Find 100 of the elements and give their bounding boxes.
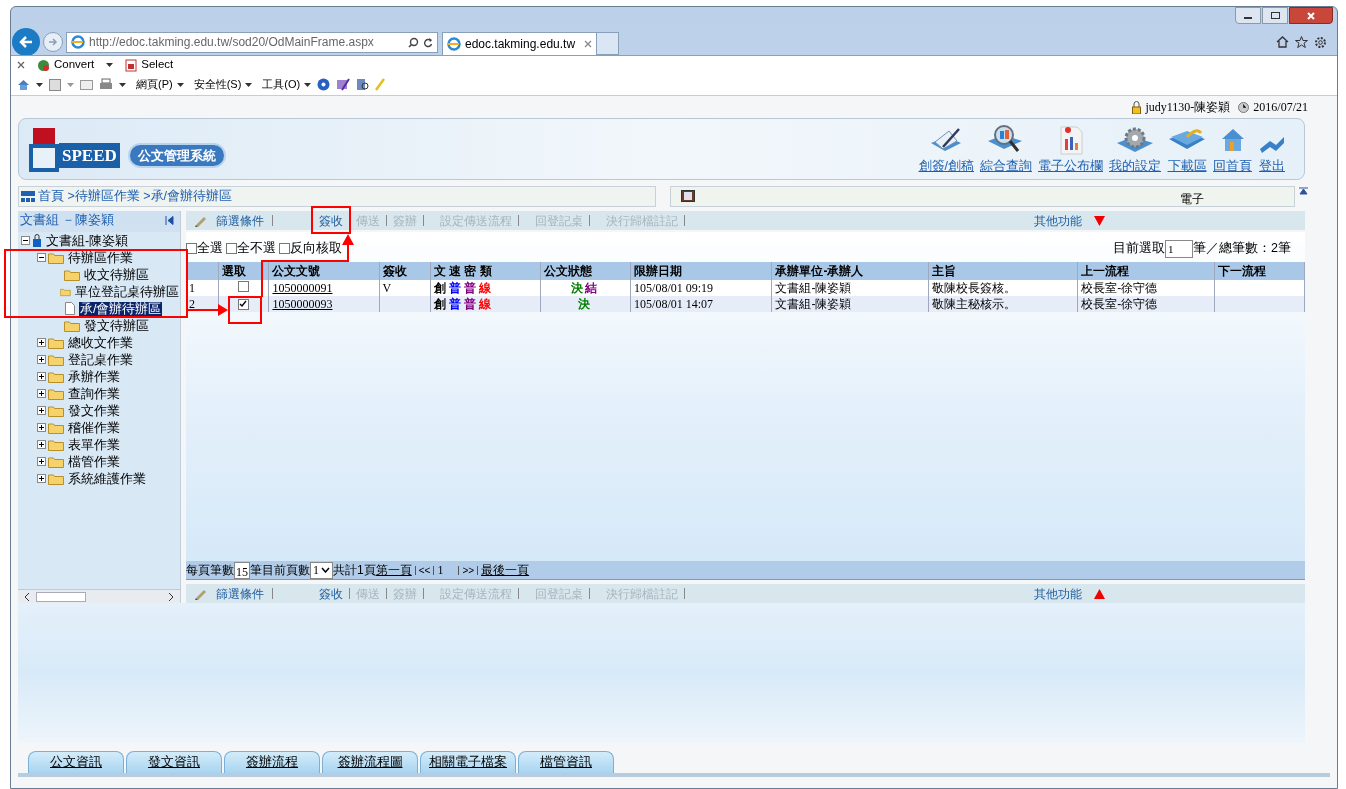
home-icon[interactable]	[1276, 36, 1289, 48]
help-icon[interactable]	[317, 78, 331, 91]
nav-link[interactable]: 回首頁	[1213, 156, 1252, 176]
tree-item[interactable]: 文書組-陳姿穎	[45, 233, 130, 248]
tree-item[interactable]: 查詢作業	[67, 386, 121, 401]
first-page-link[interactable]: 第一頁	[375, 561, 412, 579]
star-icon[interactable]	[1295, 36, 1308, 48]
last-page-link[interactable]: 最後一頁	[481, 561, 530, 579]
expand-icon[interactable]	[37, 406, 46, 415]
minimize-button[interactable]	[1235, 7, 1261, 24]
checkbox[interactable]	[186, 243, 197, 255]
convert-button[interactable]: Convert	[54, 56, 95, 74]
horizontal-scrollbar[interactable]	[18, 589, 180, 603]
home-icon[interactable]	[17, 78, 30, 91]
padlock-icon	[1132, 100, 1142, 114]
expand-icon[interactable]	[37, 423, 46, 432]
tree-item[interactable]: 登記桌作業	[67, 352, 134, 367]
caret-down-icon[interactable]	[106, 63, 114, 67]
tree-item[interactable]: 檔管作業	[67, 454, 121, 469]
bottom-tab[interactable]: 簽辦流程圖	[322, 751, 418, 773]
document-number-link[interactable]: 1050000091	[272, 281, 333, 295]
tree-item[interactable]: 系統維護作業	[67, 471, 147, 486]
maximize-button[interactable]	[1262, 7, 1288, 24]
tree-item[interactable]: 發文待辦區	[83, 318, 150, 333]
collapse-sidebar-icon[interactable]	[165, 216, 174, 225]
nav-link[interactable]: 創簽/創稿	[918, 156, 974, 176]
caret-down-icon[interactable]	[119, 82, 126, 87]
nav-link[interactable]: 登出	[1259, 156, 1285, 176]
browser-tab[interactable]: edoc.takming.edu.tw	[442, 32, 597, 55]
caret-up-icon[interactable]	[1094, 588, 1105, 599]
printer-icon[interactable]	[99, 78, 113, 91]
pdf-icon	[125, 58, 138, 72]
bottom-tab[interactable]: 檔管資訊	[518, 751, 614, 773]
user-name: judy1130-陳姿穎	[1145, 99, 1231, 116]
globe-icon	[37, 58, 50, 72]
collapse-icon[interactable]	[37, 253, 46, 262]
selected-count-field[interactable]: 1	[1165, 240, 1194, 258]
bottom-tab[interactable]: 公文資訊	[28, 751, 124, 773]
row-checkbox[interactable]	[237, 281, 249, 292]
logo-text: SPEED	[59, 142, 120, 168]
collapse-icon[interactable]	[21, 236, 30, 245]
expand-icon[interactable]	[37, 389, 46, 398]
page-select[interactable]: 1	[310, 561, 333, 579]
tree-item[interactable]: 單位登記桌待辦區	[74, 284, 180, 299]
nav-link[interactable]: 綜合查詢	[980, 156, 1032, 176]
action-link[interactable]: 簽收	[313, 584, 349, 603]
expand-icon[interactable]	[37, 372, 46, 381]
bottom-tab[interactable]: 發文資訊	[126, 751, 222, 773]
per-page-field[interactable]: 15	[234, 561, 250, 579]
expand-icon[interactable]	[37, 355, 46, 364]
expand-icon[interactable]	[37, 338, 46, 347]
tree-item[interactable]: 收文待辦區	[83, 267, 150, 282]
tree-item[interactable]: 發文作業	[67, 403, 121, 418]
breadcrumb[interactable]: 首頁 >待辦區作業 >承/會辦待辦區	[38, 186, 233, 206]
nav-link[interactable]: 我的設定	[1109, 156, 1161, 176]
close-toolbar-icon[interactable]	[17, 61, 25, 69]
document-number-link[interactable]: 1050000093	[272, 297, 333, 311]
more-functions-link[interactable]: 其他功能	[1034, 584, 1082, 603]
select-button[interactable]: Select	[141, 56, 174, 74]
back-button[interactable]	[12, 28, 40, 56]
command-menu[interactable]: 網頁(P)	[136, 76, 184, 93]
scroll-top-icon[interactable]	[1299, 186, 1308, 196]
expand-icon[interactable]	[37, 457, 46, 466]
action-link[interactable]: 簽收	[313, 211, 349, 230]
tab-title: edoc.takming.edu.tw	[465, 36, 577, 53]
tree-item[interactable]: 承辦作業	[67, 369, 121, 384]
refresh-icon[interactable]	[423, 36, 433, 48]
command-menu[interactable]: 工具(O)	[262, 76, 312, 93]
expand-icon[interactable]	[37, 440, 46, 449]
next-page-link[interactable]: >>	[462, 562, 475, 578]
tree-item[interactable]: 承/會辦待辦區	[79, 301, 163, 316]
nav-link[interactable]: 電子公布欄	[1038, 156, 1103, 176]
checkbox[interactable]	[279, 243, 290, 255]
address-bar[interactable]: http://edoc.takming.edu.tw/sod20/OdMainFrame.aspx	[66, 31, 438, 53]
caret-down-icon	[304, 82, 312, 87]
filter-link[interactable]: 篩選條件	[216, 211, 264, 230]
command-menu[interactable]: 安全性(S)	[193, 76, 253, 93]
nav-link[interactable]: 下載區	[1167, 156, 1207, 176]
close-tab-icon[interactable]	[584, 40, 592, 48]
filter-link[interactable]: 篩選條件	[216, 584, 264, 603]
close-button[interactable]	[1289, 7, 1333, 24]
tree-item[interactable]: 待辦區作業	[67, 250, 134, 265]
chart-icon[interactable]	[1057, 124, 1084, 155]
scroll-left-icon[interactable]	[24, 592, 30, 601]
bottom-tab[interactable]: 簽辦流程	[224, 751, 320, 773]
bottom-tab[interactable]: 相關電子檔案	[420, 751, 516, 773]
tree-item[interactable]: 總收文作業	[67, 335, 134, 350]
previous-page-link[interactable]: <<	[418, 562, 431, 578]
scroll-right-icon[interactable]	[168, 592, 174, 601]
row-checkbox[interactable]	[237, 298, 249, 310]
expand-icon[interactable]	[37, 474, 46, 483]
search-icon[interactable]	[408, 36, 419, 48]
tree-item[interactable]: 稽催作業	[67, 420, 121, 435]
total-count: 筆／總筆數：2筆	[1193, 240, 1291, 258]
settings-icon[interactable]	[1314, 35, 1327, 49]
table-cell: 文書組-陳姿穎	[775, 281, 852, 295]
caret-down-icon[interactable]	[36, 82, 43, 87]
tree-item[interactable]: 表單作業	[67, 437, 121, 452]
more-functions-link[interactable]: 其他功能	[1034, 211, 1082, 230]
checkbox[interactable]	[226, 243, 237, 255]
